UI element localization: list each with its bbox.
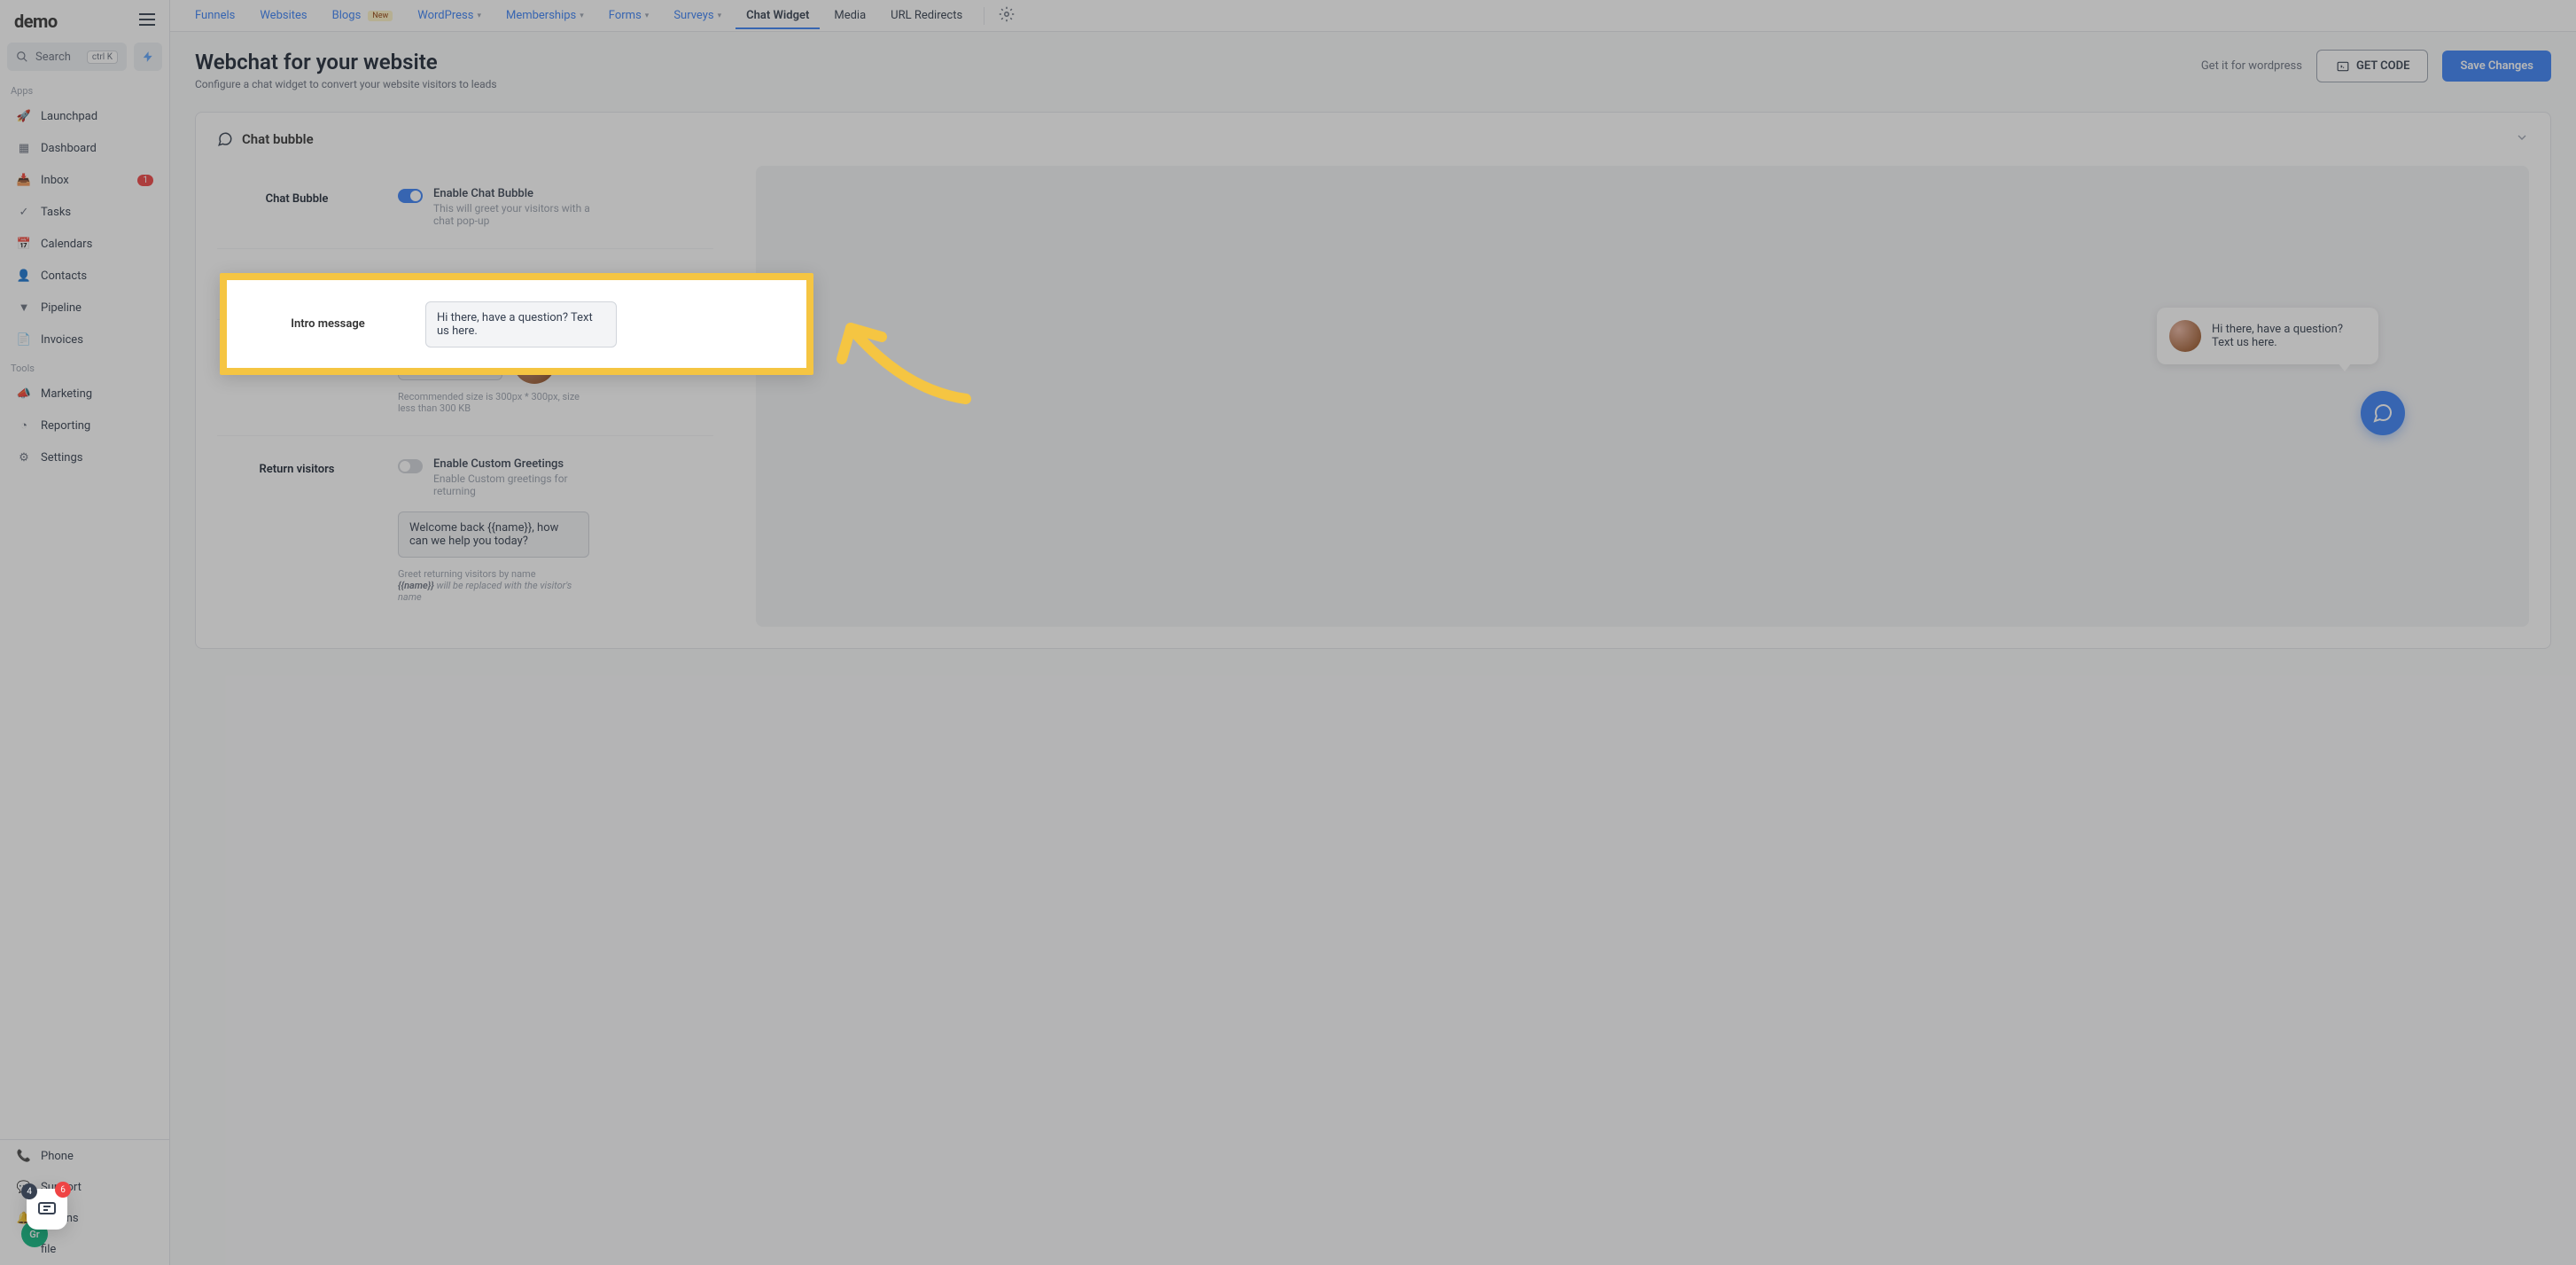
new-pill: New <box>368 11 393 21</box>
menu-toggle-icon[interactable] <box>139 13 155 29</box>
chevron-down-icon: ▾ <box>477 12 481 20</box>
floating-chat-widget[interactable]: 4 6 <box>27 1189 67 1230</box>
float-badge-1: 4 <box>21 1183 37 1199</box>
funnel-icon: ▼ <box>16 300 32 316</box>
nav-pipeline[interactable]: ▼Pipeline <box>5 293 164 323</box>
main-content: Funnels Websites BlogsNew WordPress▾ Mem… <box>170 0 2576 1265</box>
nav-dashboard[interactable]: ▦Dashboard <box>5 133 164 163</box>
tab-wordpress[interactable]: WordPress▾ <box>407 2 492 29</box>
nav-marketing[interactable]: 📣Marketing <box>5 379 164 409</box>
bolt-icon <box>142 50 154 64</box>
enable-chat-bubble-title: Enable Chat Bubble <box>433 187 611 200</box>
nav-reporting[interactable]: ◔Reporting <box>5 410 164 441</box>
rocket-icon: 🚀 <box>16 108 32 124</box>
custom-greetings-desc: Enable Custom greetings for returning <box>433 472 611 497</box>
card-header[interactable]: Chat bubble <box>196 113 2550 166</box>
megaphone-icon: 📣 <box>16 386 32 402</box>
page-header: Webchat for your website Configure a cha… <box>170 32 2576 101</box>
chat-bubble-label: Chat Bubble <box>217 187 377 206</box>
chat-icon <box>36 1199 58 1220</box>
row-chat-bubble: Chat Bubble Enable Chat Bubble This will… <box>217 166 713 249</box>
page-title: Webchat for your website <box>195 50 497 74</box>
enable-chat-bubble-toggle[interactable] <box>398 189 423 203</box>
code-icon <box>2335 60 2351 73</box>
chevron-down-icon: ▾ <box>580 12 584 20</box>
inbox-badge: 1 <box>137 175 153 186</box>
nav-settings[interactable]: ⚙Settings <box>5 442 164 472</box>
get-code-button[interactable]: GET CODE <box>2316 50 2428 82</box>
chat-bubble-icon <box>217 131 233 147</box>
preview-bubble-text: Hi there, have a question? Text us here. <box>2212 323 2362 349</box>
search-icon <box>16 51 28 63</box>
quick-action-button[interactable] <box>134 43 162 71</box>
enable-chat-bubble-desc: This will greet your visitors with a cha… <box>433 202 611 227</box>
preview-panel: Hi there, have a question? Text us here. <box>756 166 2529 627</box>
tab-forms[interactable]: Forms▾ <box>598 2 660 29</box>
tab-websites[interactable]: Websites <box>249 2 317 29</box>
gear-icon: ⚙ <box>16 449 32 465</box>
page-subtitle: Configure a chat widget to convert your … <box>195 78 497 90</box>
section-tools: Tools <box>0 355 169 378</box>
grid-icon: ▦ <box>16 140 32 156</box>
phone-icon: 📞 <box>16 1148 32 1164</box>
tab-memberships[interactable]: Memberships▾ <box>495 2 595 29</box>
nav-calendars[interactable]: 📅Calendars <box>5 229 164 259</box>
wordpress-link[interactable]: Get it for wordpress <box>2201 59 2302 73</box>
section-apps: Apps <box>0 78 169 100</box>
chat-icon <box>2372 402 2393 424</box>
sidebar: demo Search ctrl K Apps 🚀Launchpad ▦Dash… <box>0 0 170 1265</box>
custom-greetings-title: Enable Custom Greetings <box>433 457 611 471</box>
preview-bubble: Hi there, have a question? Text us here. <box>2157 308 2378 364</box>
nav-tasks[interactable]: ✓Tasks <box>5 197 164 227</box>
return-visitors-label: Return visitors <box>217 457 377 476</box>
top-tabs: Funnels Websites BlogsNew WordPress▾ Mem… <box>170 0 2576 32</box>
nav-invoices[interactable]: 📄Invoices <box>5 324 164 355</box>
user-icon: 👤 <box>16 268 32 284</box>
annotation-arrow <box>815 284 992 417</box>
nav-contacts[interactable]: 👤Contacts <box>5 261 164 291</box>
tab-redirects[interactable]: URL Redirects <box>880 2 973 29</box>
document-icon: 📄 <box>16 332 32 347</box>
tab-chat-widget[interactable]: Chat Widget <box>735 2 820 29</box>
search-shortcut: ctrl K <box>87 51 118 64</box>
float-badge-2: 6 <box>55 1182 71 1198</box>
chevron-down-icon: ▾ <box>718 12 722 20</box>
tab-funnels[interactable]: Funnels <box>184 2 245 29</box>
tab-media[interactable]: Media <box>823 2 876 29</box>
chat-bubble-card: Chat bubble Chat Bubble <box>195 112 2551 649</box>
chevron-down-icon: ▾ <box>645 12 650 20</box>
nav-inbox[interactable]: 📥Inbox1 <box>5 165 164 195</box>
chevron-down-icon <box>2515 130 2529 148</box>
preview-chat-fab[interactable] <box>2361 391 2405 435</box>
calendar-icon: 📅 <box>16 236 32 252</box>
preview-avatar <box>2169 320 2201 352</box>
search-placeholder: Search <box>35 51 71 64</box>
row-return-visitors: Return visitors Enable Custom Greetings … <box>217 436 713 624</box>
nav-phone[interactable]: 📞Phone <box>5 1141 164 1171</box>
returning-hint: Greet returning visitors by name {{name}… <box>398 568 589 603</box>
enable-custom-greetings-toggle[interactable] <box>398 459 423 473</box>
settings-icon[interactable] <box>999 6 1015 26</box>
brand-logo: demo <box>14 11 58 32</box>
nav-launchpad[interactable]: 🚀Launchpad <box>5 101 164 131</box>
section-title: Chat bubble <box>242 131 314 147</box>
intro-message-input[interactable] <box>425 301 617 347</box>
tab-surveys[interactable]: Surveys▾ <box>663 2 732 29</box>
check-icon: ✓ <box>16 204 32 220</box>
tab-blogs[interactable]: BlogsNew <box>322 2 404 29</box>
inbox-icon: 📥 <box>16 172 32 188</box>
avatar-hint: Recommended size is 300px * 300px, size … <box>398 391 589 414</box>
highlighted-intro-row: Intro message <box>220 273 813 375</box>
chart-icon: ◔ <box>16 418 32 433</box>
search-input[interactable]: Search ctrl K <box>7 43 127 71</box>
intro-label: Intro message <box>248 317 425 331</box>
returning-message-input[interactable] <box>398 511 589 558</box>
save-button[interactable]: Save Changes <box>2442 51 2551 82</box>
